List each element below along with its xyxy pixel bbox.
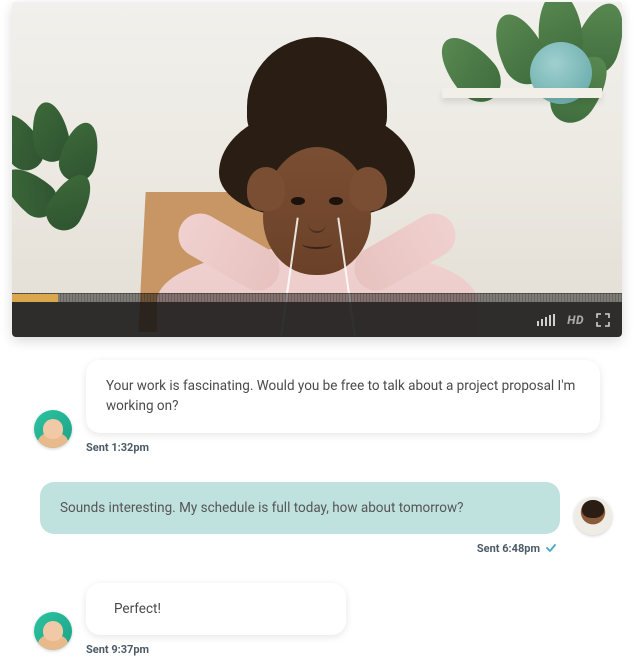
video-controls: HD [12, 293, 622, 337]
signal-bars-icon[interactable] [537, 314, 555, 326]
chat-message: Your work is fascinating. Would you be f… [16, 360, 622, 454]
avatar[interactable] [574, 497, 612, 535]
chat-message: Sounds interesting. My schedule is full … [16, 482, 622, 555]
controls-bar: HD [12, 302, 622, 337]
message-meta: Sent 6:48pm [16, 542, 560, 555]
avatar[interactable] [34, 612, 72, 650]
message-text: Perfect! [114, 601, 161, 617]
video-scene [12, 2, 622, 337]
message-bubble[interactable]: Sounds interesting. My schedule is full … [40, 482, 560, 534]
message-text: Your work is fascinating. Would you be f… [106, 378, 575, 414]
hd-label[interactable]: HD [567, 313, 584, 327]
message-text: Sounds interesting. My schedule is full … [60, 500, 463, 516]
progress-fill [12, 294, 58, 302]
message-bubble[interactable]: Perfect! [86, 583, 346, 635]
chat-message: Perfect! Sent 9:37pm [16, 583, 622, 656]
message-timestamp: Sent 6:48pm [477, 542, 540, 555]
plant-decoration [12, 102, 152, 302]
progress-track[interactable] [12, 293, 622, 302]
video-frame [12, 2, 622, 337]
read-check-icon [546, 543, 560, 553]
avatar[interactable] [34, 410, 72, 448]
message-meta: Sent 1:32pm [86, 441, 622, 454]
message-bubble[interactable]: Your work is fascinating. Would you be f… [86, 360, 600, 433]
video-player[interactable]: HD [12, 2, 622, 337]
chat-thread: Your work is fascinating. Would you be f… [0, 360, 638, 663]
message-meta: Sent 9:37pm [86, 643, 622, 656]
fullscreen-icon[interactable] [596, 313, 610, 327]
